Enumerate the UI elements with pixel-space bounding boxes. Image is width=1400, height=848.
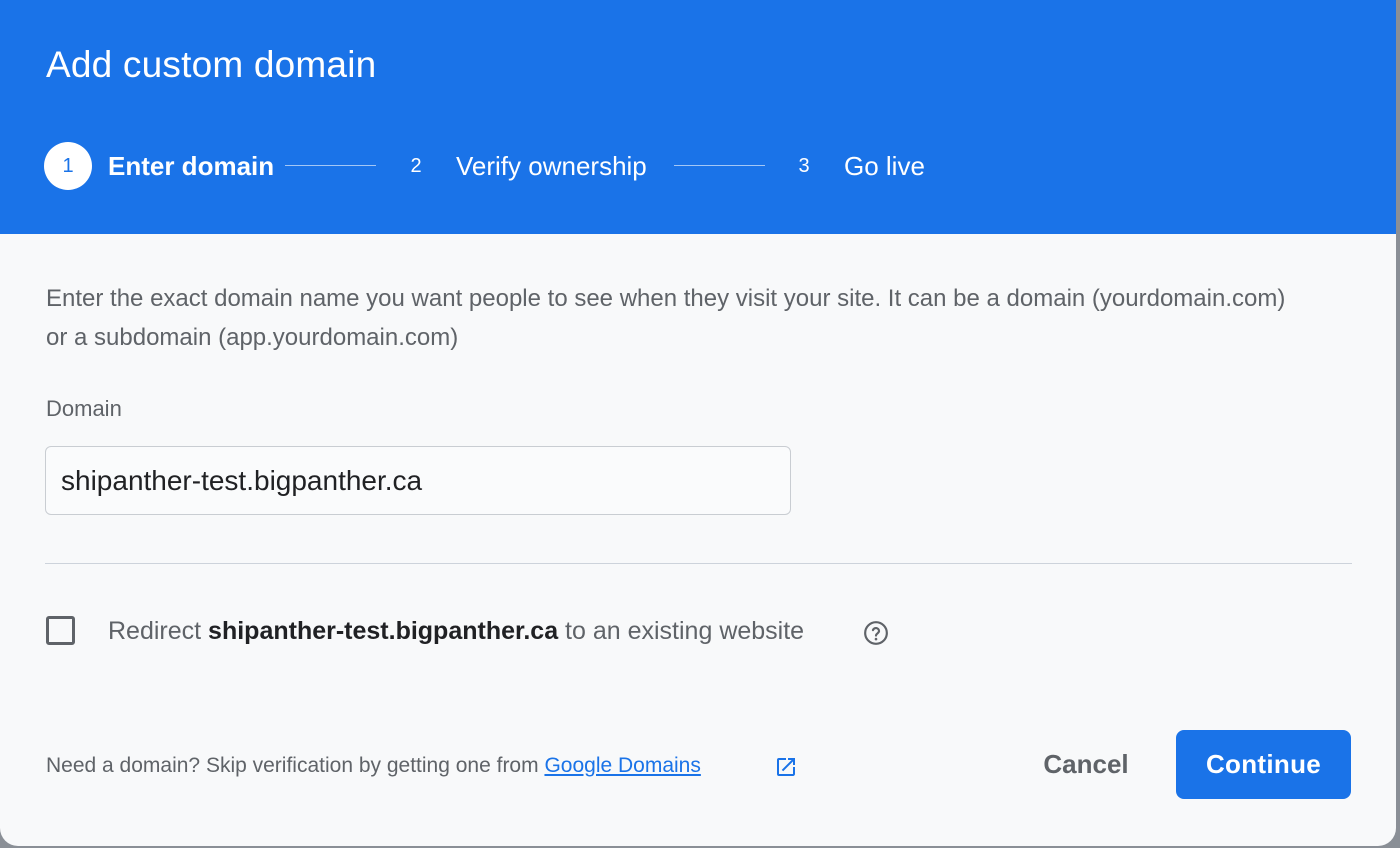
google-domains-link[interactable]: Google Domains (544, 754, 700, 777)
continue-button[interactable]: Continue (1176, 730, 1351, 799)
cancel-button[interactable]: Cancel (1024, 730, 1148, 798)
step-enter-domain: 1 Enter domain (44, 142, 274, 190)
domain-input[interactable] (45, 446, 791, 515)
redirect-prefix: Redirect (108, 617, 209, 645)
redirect-checkbox[interactable] (46, 616, 75, 645)
redirect-suffix: to an existing website (558, 617, 805, 645)
step-label-verify-ownership: Verify ownership (456, 150, 647, 181)
domain-field-label: Domain (46, 396, 122, 421)
step-connector (674, 165, 765, 166)
step-number-3: 3 (798, 154, 810, 177)
step-connector (285, 165, 376, 166)
add-custom-domain-dialog: Add custom domain 1 Enter domain 2 Verif… (0, 0, 1396, 846)
redirect-domain: shipanther-test.bigpanther.ca (208, 617, 559, 645)
step-label-go-live: Go live (844, 150, 925, 181)
redirect-label: Redirect shipanther-test.bigpanther.ca t… (108, 617, 804, 646)
dialog-title: Add custom domain (46, 44, 377, 85)
dialog-header: Add custom domain 1 Enter domain 2 Verif… (0, 0, 1396, 234)
divider (45, 563, 1352, 564)
instructions-text: Enter the exact domain name you want peo… (46, 285, 1286, 351)
footer-note-text: Need a domain? Skip verification by gett… (46, 754, 545, 777)
step-number-1: 1 (44, 142, 92, 190)
step-number-2: 2 (410, 154, 422, 177)
step-label-enter-domain: Enter domain (108, 150, 275, 181)
footer-note: Need a domain? Skip verification by gett… (46, 754, 701, 778)
step-go-live: 3 Go live (780, 142, 925, 190)
step-verify-ownership: 2 Verify ownership (392, 142, 647, 190)
help-circle-icon[interactable] (863, 620, 889, 646)
open-in-new-icon[interactable] (774, 755, 798, 779)
stepper: 1 Enter domain 2 Verify ownership 3 Go l… (44, 142, 1044, 190)
